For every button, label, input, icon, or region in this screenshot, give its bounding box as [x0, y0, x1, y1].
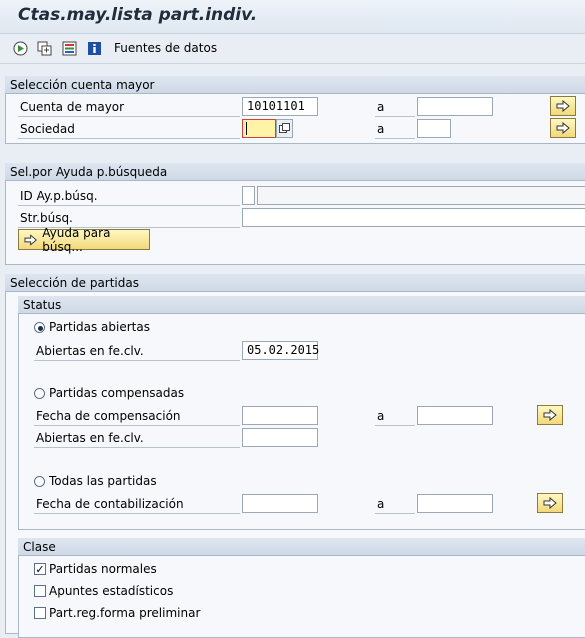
fecha-compensacion-to-field[interactable] — [417, 406, 493, 425]
fecha-contabilizacion-label: Fecha de contabilización — [34, 495, 240, 514]
arrow-right-icon — [556, 122, 570, 134]
sociedad-label: Sociedad — [18, 120, 240, 139]
data-sources-button[interactable]: Fuentes de datos — [114, 41, 217, 55]
range-to-label: a — [375, 407, 415, 426]
multiple-selection-button[interactable] — [537, 493, 563, 513]
ayuda-busqueda-button[interactable]: Ayuda para búsq... — [18, 226, 150, 254]
info-icon[interactable] — [86, 40, 102, 56]
fecha-compensacion-from-field[interactable] — [242, 406, 318, 425]
abiertas-fecha-field[interactable]: 05.02.2015 — [242, 341, 319, 360]
fecha-contabilizacion-to-field[interactable] — [417, 494, 493, 513]
checkbox-partidas-normales-label: Partidas normales — [49, 562, 157, 576]
multiple-selection-button[interactable] — [550, 118, 576, 138]
range-to-label: a — [375, 495, 415, 514]
radio-partidas-abiertas-label: Partidas abiertas — [49, 320, 150, 334]
ayuda-busqueda-button-label: Ayuda para búsq... — [42, 225, 111, 254]
checkbox-part-preliminar[interactable] — [34, 607, 46, 619]
radio-partidas-compensadas-label: Partidas compensadas — [49, 386, 185, 400]
value-help-button[interactable] — [276, 119, 293, 138]
f4-help-icon — [279, 123, 290, 133]
checkbox-apuntes-estadisticos[interactable] — [34, 585, 46, 597]
window-title: Ctas.may.lista part.indiv. — [18, 5, 258, 25]
checkbox-part-preliminar-label: Part.reg.forma preliminar — [49, 606, 201, 620]
group-header: Status — [18, 296, 585, 314]
fecha-contabilizacion-from-field[interactable] — [242, 494, 318, 513]
range-to-label: a — [375, 98, 415, 117]
sociedad-from-field[interactable] — [242, 119, 276, 138]
checkbox-partidas-normales[interactable]: ✓ — [34, 563, 46, 575]
multiple-selection-button[interactable] — [537, 405, 563, 425]
multiple-selection-button[interactable] — [550, 96, 576, 116]
cuenta-to-field[interactable] — [417, 97, 493, 116]
comp-abiertas-fecha-field[interactable] — [242, 428, 318, 447]
arrow-right-icon — [543, 409, 557, 421]
abiertas-fecha-label: Abiertas en fe.clv. — [34, 342, 240, 361]
selection-options-icon[interactable] — [61, 40, 77, 56]
cuenta-label: Cuenta de mayor — [18, 98, 240, 117]
radio-todas-partidas-label: Todas las partidas — [49, 474, 157, 488]
id-ayuda-description-field — [257, 186, 585, 205]
variants-icon[interactable] — [36, 40, 52, 56]
group-header: Selección de partidas — [5, 274, 585, 292]
sociedad-to-field[interactable] — [417, 119, 451, 138]
arrow-right-icon — [556, 100, 570, 112]
execute-icon[interactable] — [12, 40, 28, 56]
radio-todas-partidas[interactable] — [34, 476, 45, 487]
fecha-compensacion-label: Fecha de compensación — [34, 407, 240, 426]
id-ayuda-label: ID Ay.p.búsq. — [18, 187, 240, 206]
radio-partidas-abiertas[interactable] — [34, 322, 45, 333]
radio-partidas-compensadas[interactable] — [34, 388, 45, 399]
arrow-right-icon — [543, 497, 557, 509]
group-header: Clase — [18, 538, 585, 556]
checkbox-apuntes-estadisticos-label: Apuntes estadísticos — [49, 584, 174, 598]
group-header: Sel.por Ayuda p.búsqueda — [5, 163, 585, 181]
comp-abiertas-fecha-label: Abiertas en fe.clv. — [34, 429, 240, 448]
range-to-label: a — [375, 120, 415, 139]
arrow-right-icon — [24, 233, 38, 246]
string-busqueda-field[interactable] — [242, 208, 585, 227]
group-header: Selección cuenta mayor — [5, 76, 585, 94]
text-cursor — [246, 122, 247, 135]
cuenta-from-field[interactable]: 10101101 — [242, 97, 318, 116]
id-ayuda-field[interactable] — [242, 186, 255, 205]
